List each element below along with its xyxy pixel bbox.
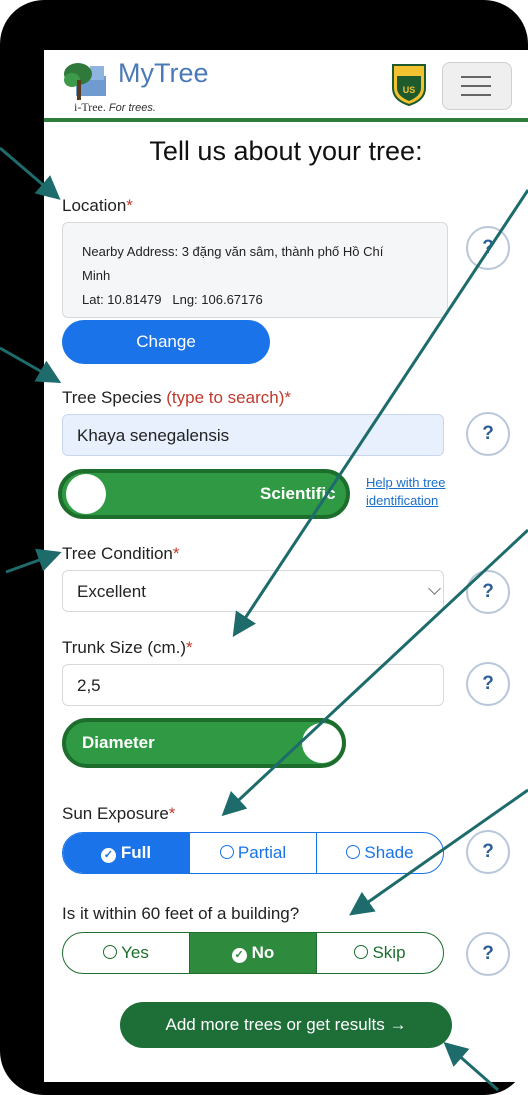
building-option-skip[interactable]: Skip <box>316 933 443 973</box>
menu-button[interactable] <box>442 62 512 110</box>
check-circle-icon: ✓ <box>231 948 247 963</box>
building-group: Yes ✓ No Skip <box>62 932 444 974</box>
coordinates: Lat: 10.81479 Lng: 106.67176 <box>82 292 263 307</box>
toggle-knob <box>302 723 342 763</box>
page-title: Tell us about your tree: <box>149 136 423 166</box>
sun-exposure-label: Sun Exposure* <box>62 804 176 823</box>
name-type-toggle[interactable]: Scientific <box>58 469 350 519</box>
toggle-knob <box>66 474 106 514</box>
condition-label: Tree Condition* <box>62 544 180 563</box>
sun-help-button[interactable]: ? <box>466 830 510 874</box>
condition-select[interactable]: Excellent <box>62 570 444 612</box>
condition-help-button[interactable]: ? <box>466 570 510 614</box>
trunk-help-button[interactable]: ? <box>466 662 510 706</box>
toggle-label: Diameter <box>82 733 155 752</box>
building-help-button[interactable]: ? <box>466 932 510 976</box>
add-more-trees-button[interactable]: Add more trees or get results → <box>120 1002 452 1048</box>
radio-icon <box>346 845 361 859</box>
species-input[interactable]: Khaya senegalensis <box>62 414 444 456</box>
species-help-button[interactable]: ? <box>466 412 510 456</box>
help-identification-link[interactable]: Help with tree identification <box>366 474 445 510</box>
forest-service-badge-icon: US <box>392 64 426 106</box>
location-label: Location* <box>62 196 133 215</box>
building-label: Is it within 60 feet of a building? <box>62 904 300 923</box>
sun-exposure-group: ✓ Full Partial Shade <box>62 832 444 874</box>
itree-text: i-Tree. <box>74 100 106 114</box>
sun-option-partial[interactable]: Partial <box>189 833 316 873</box>
radio-icon <box>219 845 234 859</box>
tagline-text: For trees. <box>108 102 156 114</box>
svg-text:US: US <box>403 85 416 95</box>
building-option-no[interactable]: ✓ No <box>189 933 316 973</box>
species-label: Tree Species (type to search)* <box>62 388 291 407</box>
toggle-label: Scientific <box>260 484 336 503</box>
address-line-2: Minh <box>82 268 111 283</box>
trunk-label: Trunk Size (cm.)* <box>62 638 193 657</box>
sun-option-full[interactable]: ✓ Full <box>63 833 189 873</box>
mytree-logo-icon <box>64 63 106 100</box>
radio-icon <box>103 945 118 959</box>
arrow-right-icon: → <box>389 1015 407 1034</box>
measurement-toggle[interactable]: Diameter <box>62 718 346 768</box>
radio-icon <box>354 945 369 959</box>
building-option-yes[interactable]: Yes <box>63 933 189 973</box>
brand-title: MyTree <box>118 58 209 88</box>
trunk-size-input[interactable]: 2,5 <box>62 664 444 706</box>
sun-option-shade[interactable]: Shade <box>316 833 443 873</box>
header-divider <box>44 118 528 122</box>
check-circle-icon: ✓ <box>100 848 116 863</box>
brand-subtitle: i-Tree. For trees. <box>74 100 156 115</box>
change-location-button[interactable]: Change <box>62 320 270 364</box>
address-line-1: Nearby Address: 3 đặng văn sâm, thành ph… <box>82 244 384 259</box>
location-help-button[interactable]: ? <box>466 226 510 270</box>
